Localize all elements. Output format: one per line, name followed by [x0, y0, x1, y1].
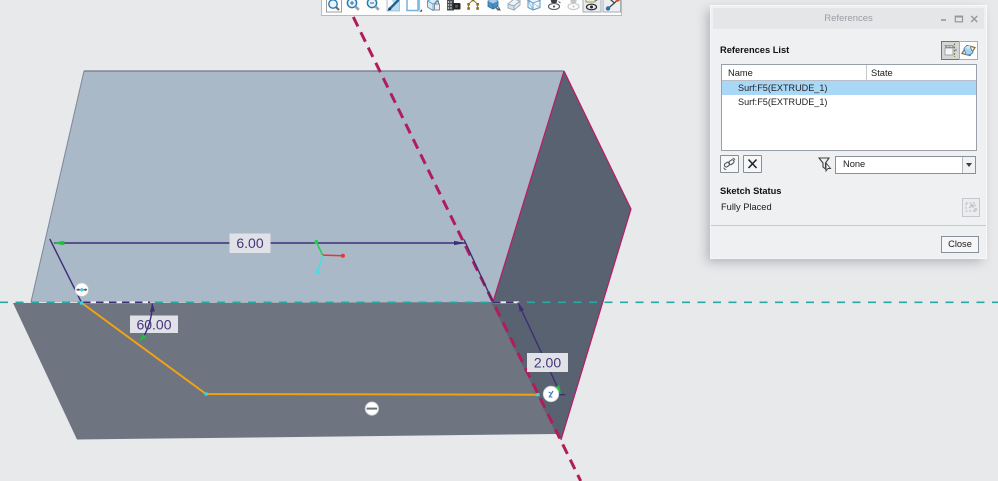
- svg-text:2.00: 2.00: [534, 355, 561, 371]
- svg-text:60.00: 60.00: [136, 317, 171, 333]
- svg-text:6.00: 6.00: [236, 235, 263, 251]
